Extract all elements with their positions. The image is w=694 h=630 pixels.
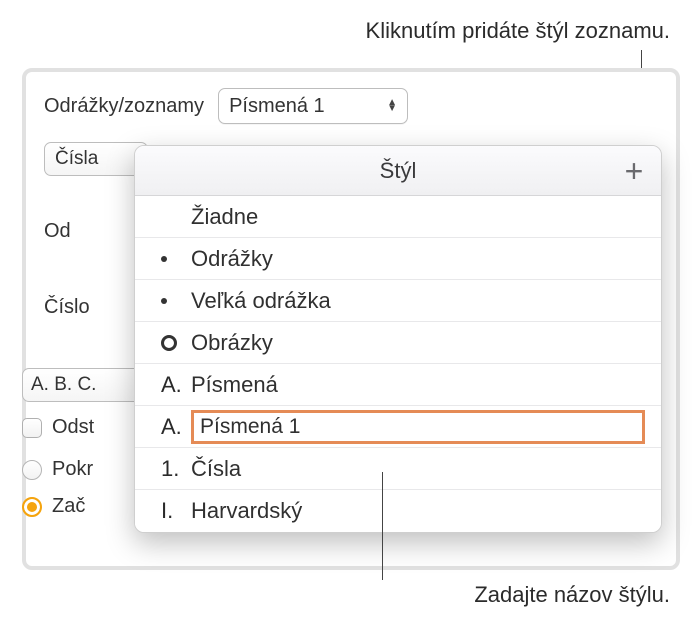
style-marker-harvard: I. xyxy=(161,498,191,524)
style-popover-title: Štýl xyxy=(380,158,417,184)
bullets-style-dropdown-value: Písmená 1 xyxy=(229,95,325,118)
style-popover: Štýl + Žiadne Odrážky Veľká odrážka Obrá… xyxy=(134,145,662,533)
style-item-label: Odrážky xyxy=(191,246,273,272)
style-name-input[interactable]: Písmená 1 xyxy=(191,410,645,444)
number-format-dropdown-value: A. B. C. xyxy=(31,374,96,396)
style-item-label: Čísla xyxy=(191,456,241,482)
radio-selected-icon xyxy=(22,497,42,517)
tiered-checkbox-label: Odst xyxy=(52,416,94,439)
style-item-label: Veľká odrážka xyxy=(191,288,331,314)
tiered-checkbox-row[interactable]: Odst xyxy=(22,416,94,439)
number-type-dropdown-value: Čísla xyxy=(55,148,98,170)
checkbox-icon xyxy=(22,418,42,438)
style-marker-letters: A. xyxy=(161,372,191,398)
bullets-style-dropdown[interactable]: Písmená 1 ▲▼ xyxy=(218,88,408,124)
style-marker-letters-1: A. xyxy=(161,414,191,440)
indent-label: Od xyxy=(44,220,71,243)
style-item-numbers[interactable]: 1. Čísla xyxy=(135,448,661,490)
style-item-label: Obrázky xyxy=(191,330,273,356)
style-popover-header: Štýl + xyxy=(135,146,661,196)
style-marker-numbers: 1. xyxy=(161,456,191,482)
bullets-section-label: Odrážky/zoznamy xyxy=(44,95,204,118)
number-type-dropdown[interactable]: Čísla xyxy=(44,142,148,176)
style-item-images[interactable]: Obrázky xyxy=(135,322,661,364)
add-style-button[interactable]: + xyxy=(615,152,653,190)
style-item-big-bullet[interactable]: Veľká odrážka xyxy=(135,280,661,322)
style-item-label: Žiadne xyxy=(191,204,258,230)
style-list: Žiadne Odrážky Veľká odrážka Obrázky A. … xyxy=(135,196,661,532)
start-from-radio-label: Zač xyxy=(52,495,85,518)
style-item-label: Harvardský xyxy=(191,498,302,524)
style-item-letters[interactable]: A. Písmená xyxy=(135,364,661,406)
callout-bottom-leader xyxy=(382,472,383,580)
continue-radio-label: Pokr xyxy=(52,458,93,481)
radio-icon xyxy=(22,460,42,480)
style-item-letters-1-editing[interactable]: A. Písmená 1 xyxy=(135,406,661,448)
chevron-updown-icon: ▲▼ xyxy=(387,100,397,112)
callout-bottom: Zadajte názov štýlu. xyxy=(474,582,670,608)
style-item-harvard[interactable]: I. Harvardský xyxy=(135,490,661,532)
bullet-circle-icon xyxy=(161,335,191,351)
callout-top: Kliknutím pridáte štýl zoznamu. xyxy=(366,18,670,44)
bullet-dot-icon xyxy=(161,298,191,304)
plus-icon: + xyxy=(625,153,644,190)
continue-radio-row[interactable]: Pokr xyxy=(22,458,93,481)
style-item-bullets[interactable]: Odrážky xyxy=(135,238,661,280)
style-item-none[interactable]: Žiadne xyxy=(135,196,661,238)
bullet-dot-icon xyxy=(161,256,191,262)
number-format-dropdown[interactable]: A. B. C. xyxy=(22,368,142,402)
style-item-label: Písmená xyxy=(191,372,278,398)
number-label: Číslo xyxy=(44,296,90,319)
start-from-radio-row[interactable]: Zač xyxy=(22,495,85,518)
